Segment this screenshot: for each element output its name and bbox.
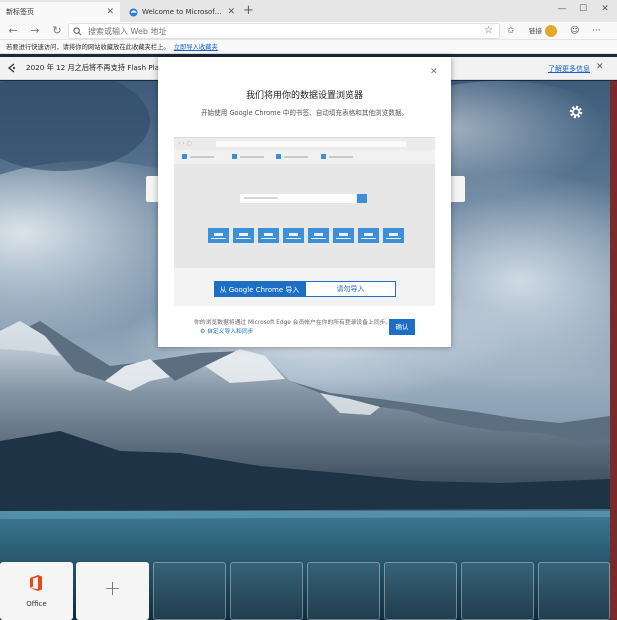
search-box-right-edge[interactable] [451,176,465,202]
tile-office[interactable]: Office [0,562,73,620]
illustration-address-bar [216,141,406,147]
forward-arrow-icon[interactable]: → [28,24,42,38]
illustration-favorite-icon [232,154,237,159]
dialog-title: 我们将用你的数据设置浏览器 [245,91,363,101]
favorite-star-icon[interactable]: ☆ [484,25,493,36]
illustration-search-box [240,194,356,203]
illustration-tile [308,228,329,243]
search-icon [73,26,82,35]
illustration-favorite-line [329,156,353,158]
empty-tile[interactable] [153,562,226,620]
tile-label: Office [26,600,47,608]
import-data-dialog: ✕ 我们将用你的数据设置浏览器 开始使用 Google Chrome 中的书签、… [158,57,451,347]
info-bar-message: 2020 年 12 月之后将不再支持 Flash Player。 [26,63,178,72]
illustration-favorite-icon [276,154,281,159]
confirm-button[interactable]: 确认 [389,319,415,335]
favorites-bar-message: 若要进行快速访问，请将你的网站收藏放在此收藏夹栏上。 [6,44,170,51]
puzzle-info-icon [7,63,16,73]
info-bar-close-icon[interactable]: ✕ [596,62,604,72]
empty-tile[interactable] [384,562,457,620]
illustration-favorite-line [284,156,308,158]
address-bar[interactable]: ☆ [68,23,500,39]
illustration-tile [258,228,279,243]
illustration-tile [358,228,379,243]
tab-title: 新标签页 [6,8,34,16]
empty-tile[interactable] [538,562,610,620]
close-tab-icon[interactable]: ✕ [227,7,235,17]
feedback-smiley-icon[interactable]: ☺ [570,24,579,38]
tab-bar: 新标签页 ✕ Welcome to Microsoft Edge Ca ✕ + … [0,0,617,22]
import-favorites-link[interactable]: 立即导入收藏夹 [174,42,218,51]
sync-notice: 你的浏览数据将通过 Microsoft Edge 会员帐户在你的所有登录设备上同… [194,319,394,337]
navigation-toolbar: ← → ↻ ☆ ✩ 链接 ☺ ··· [0,22,617,40]
plus-icon: + [104,576,121,600]
illustration-tile [208,228,229,243]
illustration-search-button [357,194,367,203]
illustration-tile [333,228,354,243]
refresh-icon[interactable]: ↻ [50,24,64,38]
illustration-favorite-line [240,156,264,158]
gear-icon[interactable] [568,104,584,120]
customize-import-link[interactable]: ⚙ 自定义导入和同步 [200,329,253,335]
illustration-tile [233,228,254,243]
customize-import-label: 自定义导入和同步 [207,329,254,335]
maximize-icon[interactable]: ☐ [573,2,593,16]
favorites-bar: 若要进行快速访问，请将你的网站收藏放在此收藏夹栏上。 立即导入收藏夹 [0,40,617,54]
profile-label[interactable]: 链接 [529,24,542,38]
tab-welcome[interactable]: Welcome to Microsoft Edge Ca ✕ [123,2,241,22]
window-close-icon[interactable]: ✕ [595,2,615,16]
avatar[interactable] [545,25,557,37]
illustration-favorite-icon [321,154,326,159]
tab-title: Welcome to Microsoft Edge Ca [142,8,223,16]
new-tab-plus-icon[interactable]: + [243,3,254,19]
illustration-tile [383,228,404,243]
illustration-search-text [244,197,278,199]
back-arrow-icon[interactable]: ← [6,24,20,38]
dialog-close-icon[interactable]: ✕ [430,67,438,77]
edge-logo-icon [129,7,138,17]
empty-tile[interactable] [307,562,380,620]
tab-new-tab[interactable]: 新标签页 ✕ [0,2,120,22]
more-menu-icon[interactable]: ··· [592,24,601,38]
empty-tile[interactable] [230,562,303,620]
office-logo-icon [30,575,42,591]
empty-tile[interactable] [461,562,534,620]
favorites-hub-icon[interactable]: ✩ [507,24,515,38]
illustration-tile [283,228,304,243]
add-tile-button[interactable]: + [76,562,149,620]
do-not-import-button[interactable]: 请勿导入 [305,281,396,297]
illustration-favorite-line [190,156,214,158]
browser-illustration: ‹ › ○ [174,137,435,268]
illustration-nav-icons: ‹ › ○ [178,140,192,147]
adjacent-window-edge [610,81,617,620]
address-input[interactable] [88,26,468,36]
sync-notice-text: 你的浏览数据将通过 Microsoft Edge 会员帐户在你的所有登录设备上同… [194,320,392,326]
dialog-subtitle: 开始使用 Google Chrome 中的书签、自动填充表格和其他浏览数据。 [200,109,409,117]
close-tab-icon[interactable]: ✕ [106,7,114,17]
learn-more-link[interactable]: 了解更多信息 [548,64,590,74]
import-from-chrome-button[interactable]: 从 Google Chrome 导入 [214,281,305,297]
illustration-favorite-icon [182,154,187,159]
minimize-icon[interactable]: — [552,2,572,16]
